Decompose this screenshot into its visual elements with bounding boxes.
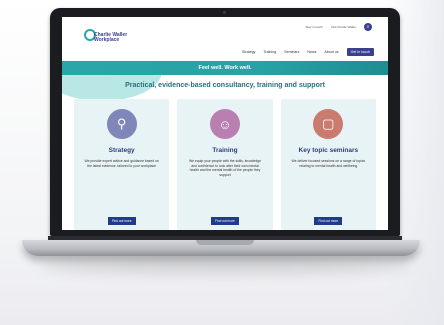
nav-strategy[interactable]: Strategy	[242, 50, 255, 54]
site-header: Charlie Waller Workplace Stay in touch V…	[62, 17, 388, 61]
page-headline: Practical, evidence-based consultancy, t…	[125, 82, 325, 89]
card-body: We provide expert advice and guidance ba…	[84, 159, 159, 168]
group-icon: ☺	[209, 109, 240, 139]
nav-seminars[interactable]: Seminars	[284, 50, 299, 54]
logo-line-2: Workplace	[94, 37, 120, 43]
find-out-more-button[interactable]: Find out more	[107, 217, 136, 225]
nav-training[interactable]: Training	[263, 50, 276, 54]
card-title: Strategy	[108, 147, 135, 154]
card-title: Training	[212, 147, 238, 154]
card-body: We deliver focused sessions on a range o…	[291, 159, 366, 168]
laptop-lid: Charlie Waller Workplace Stay in touch V…	[50, 8, 400, 236]
tagline-banner: Feel well. Work well.	[62, 61, 388, 75]
card-strategy: ⚲ Strategy We provide expert advice and …	[74, 99, 170, 230]
nav-news[interactable]: News	[307, 50, 316, 54]
tagline-text: Feel well. Work well.	[198, 65, 252, 71]
card-body: We equip your people with the skills, kn…	[189, 159, 261, 177]
card-key-topic-seminars: ▢ Key topic seminars We deliver focused …	[280, 99, 376, 230]
search-icon[interactable]: ⌕	[364, 23, 372, 31]
service-cards: ⚲ Strategy We provide expert advice and …	[74, 99, 376, 230]
laptop-shadow	[40, 258, 410, 274]
main-nav: Strategy Training Seminars News About us…	[242, 48, 374, 56]
search-person-icon: ⚲	[106, 109, 137, 139]
nav-about-us[interactable]: About us	[324, 50, 338, 54]
card-title: Key topic seminars	[298, 147, 359, 154]
util-link-stay-in-touch[interactable]: Stay in touch	[305, 25, 322, 29]
find-out-more-button[interactable]: Find out more	[210, 217, 239, 225]
webcam	[223, 11, 226, 14]
utility-links: Stay in touch Visit Charlie Waller ⌕	[305, 23, 372, 31]
laptop-screen: Charlie Waller Workplace Stay in touch V…	[62, 17, 388, 230]
card-training: ☺ Training We equip your people with the…	[177, 99, 273, 230]
site-logo[interactable]: Charlie Waller Workplace	[84, 29, 138, 51]
laptop-icon: ▢	[313, 109, 344, 139]
util-link-visit-charlie-waller[interactable]: Visit Charlie Waller	[331, 25, 356, 29]
laptop-notch	[196, 240, 254, 245]
find-out-more-button[interactable]: Find out more	[314, 217, 343, 225]
nav-get-in-touch-button[interactable]: Get in touch	[346, 48, 374, 56]
